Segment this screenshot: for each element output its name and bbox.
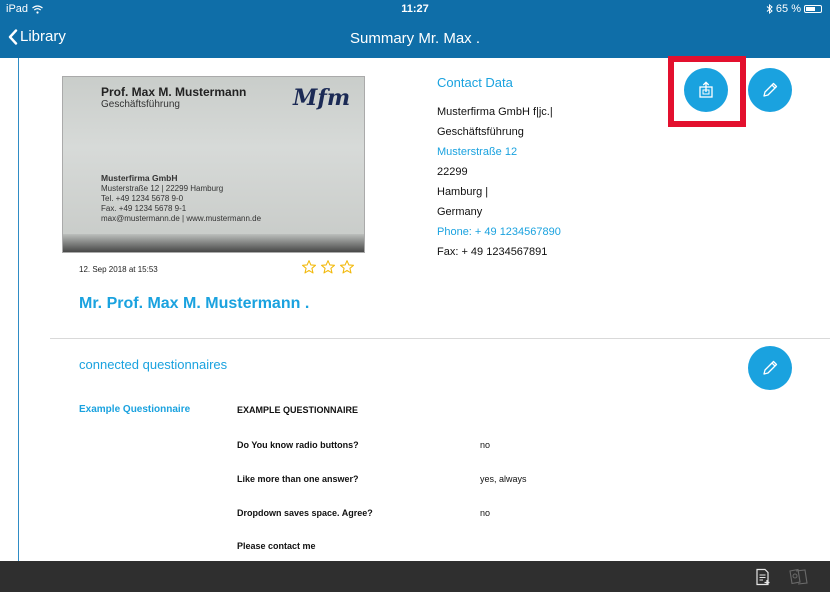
scan-date: 12. Sep 2018 at 15:53 xyxy=(79,265,158,274)
section-divider xyxy=(50,338,830,339)
answer-text: yes, always xyxy=(480,474,527,484)
card-fax: Fax. +49 1234 5678 9-1 xyxy=(101,204,187,213)
questionnaire-name[interactable]: Example Questionnaire xyxy=(79,404,190,415)
question-text: Dropdown saves space. Agree? xyxy=(237,508,373,518)
status-right: 65 % xyxy=(766,3,822,15)
card-signature-logo: Mfm xyxy=(293,85,351,111)
answer-text: no xyxy=(480,440,491,450)
contact-role: Geschäftsführung xyxy=(437,126,524,138)
status-bar: iPad 11:27 65 % xyxy=(0,0,830,20)
contact-country: Germany xyxy=(437,206,483,218)
business-card-image[interactable]: Prof. Max M. Mustermann Geschäftsführung… xyxy=(62,76,365,253)
star-icon[interactable] xyxy=(320,259,336,275)
contact-city: Hamburg | xyxy=(437,186,489,198)
app-window: iPad 11:27 65 % Library Summary Mr. Max … xyxy=(0,0,830,592)
card-address: Musterstraße 12 | 22299 Hamburg xyxy=(101,184,224,193)
edit-contact-button[interactable] xyxy=(748,68,792,112)
battery-icon xyxy=(804,5,822,13)
questionnaires-title: connected questionnaires xyxy=(79,357,228,372)
star-icon[interactable] xyxy=(339,259,355,275)
page-title: Summary Mr. Max . xyxy=(349,30,480,47)
contact-company: Musterfirma GmbH f|jc.| xyxy=(437,106,553,118)
card-company: Musterfirma GmbH xyxy=(101,173,178,183)
card-address-block: Musterfirma GmbH Musterstraße 12 | 22299… xyxy=(101,173,261,224)
add-document-icon[interactable] xyxy=(754,568,772,586)
cards-icon[interactable] xyxy=(786,568,810,586)
edit-questionnaire-button[interactable] xyxy=(748,346,792,390)
card-name: Prof. Max M. Mustermann xyxy=(101,85,247,99)
navigation-bar: Library Summary Mr. Max . xyxy=(0,20,830,58)
question-text: Do You know radio buttons? xyxy=(237,440,359,450)
edit-icon xyxy=(763,360,778,375)
contact-street-link[interactable]: Musterstraße 12 xyxy=(437,146,517,158)
contact-fax: Fax: + 49 1234567891 xyxy=(437,246,548,258)
answer-text: no xyxy=(480,508,491,518)
card-web: max@mustermann.de | www.mustermann.de xyxy=(101,214,262,223)
highlight-box xyxy=(668,56,746,127)
status-time: 11:27 xyxy=(401,3,429,15)
question-text: Please contact me xyxy=(237,541,316,551)
bluetooth-icon xyxy=(766,4,773,14)
bottom-toolbar xyxy=(0,561,830,592)
contact-zip: 22299 xyxy=(437,166,468,178)
question-text: Like more than one answer? xyxy=(237,474,359,484)
contact-phone-link[interactable]: Phone: + 49 1234567890 xyxy=(437,226,561,238)
card-tel: Tel. +49 1234 5678 9-0 xyxy=(101,194,184,203)
battery-percent: 65 % xyxy=(775,3,801,15)
contact-data-title: Contact Data xyxy=(437,75,513,90)
person-name: Mr. Prof. Max M. Mustermann . xyxy=(79,295,310,312)
questionnaire-header: EXAMPLE QUESTIONNAIRE xyxy=(237,405,359,415)
star-icon[interactable] xyxy=(301,259,317,275)
rating-stars xyxy=(301,259,355,275)
card-role: Geschäftsführung xyxy=(101,99,180,110)
edit-icon xyxy=(763,82,778,97)
